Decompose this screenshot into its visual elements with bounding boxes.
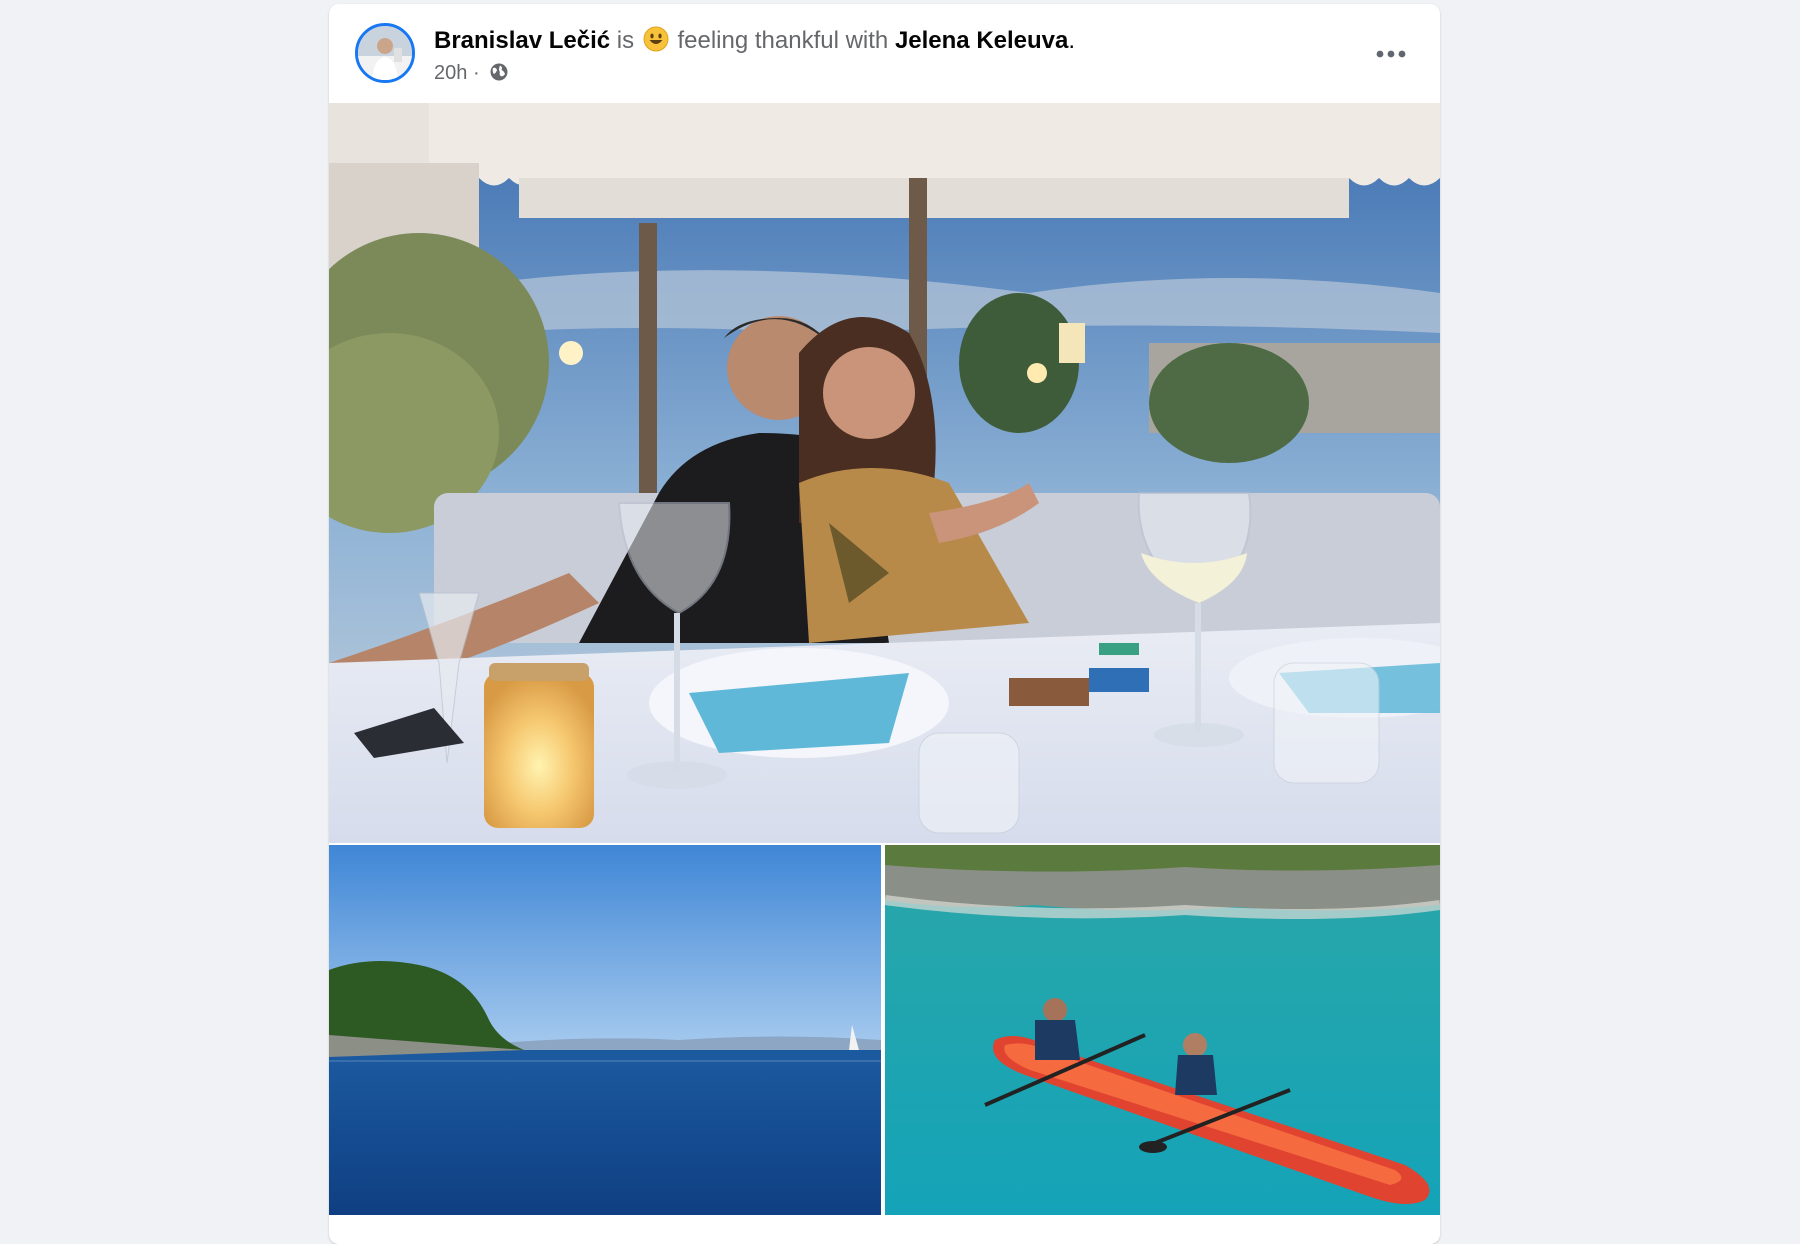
tagged-person-name[interactable]: Jelena Keleuva [895, 27, 1068, 54]
meta-separator: · [472, 62, 480, 84]
more-options-icon [1376, 50, 1406, 58]
post-photo-main[interactable] [329, 103, 1440, 843]
verb-is: is [616, 27, 635, 54]
post-meta: 20h · [434, 62, 509, 85]
headline-period: . [1068, 27, 1076, 54]
globe-icon[interactable] [489, 62, 509, 82]
feeling-text: feeling thankful with [677, 27, 889, 54]
more-options-button[interactable] [1369, 32, 1413, 76]
smiling-face-emoji-icon [643, 26, 669, 52]
post-photo-kayak[interactable] [885, 845, 1440, 1215]
avatar-portrait [358, 26, 412, 80]
post-timestamp[interactable]: 20h [434, 62, 467, 84]
post-header: Branislav Lečić is feeling thankful with… [329, 4, 1440, 104]
post-card: Branislav Lečić is feeling thankful with… [329, 4, 1440, 1244]
author-avatar[interactable] [355, 23, 415, 83]
post-headline: Branislav Lečić is feeling thankful with… [434, 26, 1075, 55]
author-name[interactable]: Branislav Lečić [434, 27, 610, 54]
post-photo-sea[interactable] [329, 845, 881, 1215]
